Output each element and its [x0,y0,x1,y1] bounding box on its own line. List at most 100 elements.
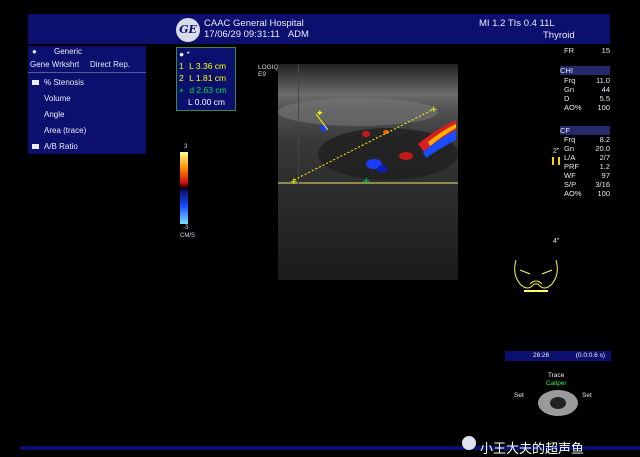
wechat-icon [462,436,476,450]
caliper-label[interactable]: Caliper [546,380,567,387]
cf-header: CF [560,126,610,135]
menu-item-label: Area (trace) [44,126,87,135]
folder-icon [32,80,39,85]
measurement-panel: ● * 1 L 3.36 cm 2 L 1.81 cm + d 2.63 cm … [176,47,236,111]
param-value: 20.0 [595,144,610,153]
color-velocity-bar [180,152,188,224]
caliper-marker: + [179,85,184,95]
param-row: S/P 3/16 [560,180,610,189]
menu-item-label: Angle [44,110,65,119]
param-label: Frq [564,76,576,85]
param-label: AO% [564,189,582,198]
menu-item-label: A/B Ratio [44,142,78,151]
colorbar-top-label: 3 [184,144,188,150]
param-row: L/A 2/7 [560,153,610,162]
worksheet-row: Gene Wrkshrt Direct Rep. [28,59,146,71]
menu-divider [28,72,146,73]
preset-label: Thyroid [543,30,575,41]
direct-report-button[interactable]: Direct Rep. [90,59,130,71]
thyroid-bodymark-icon [514,259,558,292]
datetime-operator: 17/06/29 09:31:11 ADM [204,29,309,40]
menu-item-angle[interactable]: Angle [28,109,146,121]
measure-menu: ● Generic Gene Wrkshrt Direct Rep. % Ste… [28,46,146,154]
caliper-marker-2: + [430,105,438,115]
set-left-label[interactable]: Set [514,392,524,399]
param-row: PRF 1.2 [560,162,610,171]
depth-caliper-marker: + [362,176,370,187]
measurement-row: 2 L 1.81 cm [179,72,233,84]
menu-item-ab-ratio[interactable]: A/B Ratio [28,141,146,153]
measurement-row: L 0.00 cm [179,96,233,108]
trace-label[interactable]: Trace [548,372,564,379]
menu-title-label: Generic [54,47,83,56]
operator: ADM [287,29,309,40]
measurement-row: + d 2.63 cm [179,84,233,96]
trackball-icon[interactable] [538,390,578,416]
menu-item-stenosis[interactable]: % Stenosis [28,77,146,89]
chi-header: CHI [560,66,610,75]
param-row: Gn 44 [560,85,610,94]
param-label: AO% [564,103,582,112]
trace-time: 26:26 [533,352,550,359]
menu-item-volume[interactable]: Volume [28,93,146,105]
measurement-row: 1 L 3.36 cm [179,60,233,72]
param-row: Frq 11.0 [560,76,610,85]
param-row: AO% 100 [560,189,610,198]
param-row: Gn 20.0 [560,144,610,153]
system-label-line: LOGIQ [258,64,279,71]
image-overlay: ✦ + + + [278,64,458,187]
folder-icon [32,144,39,149]
depth-mark-upper: 2" [553,148,560,155]
set-right-label[interactable]: Set [582,392,592,399]
system-label: LOGIQ E9 [258,64,279,78]
param-value: 8.2 [599,135,610,144]
param-label: Gn [564,85,575,94]
param-row: AO% 100 [560,103,610,112]
measurement-value: d 2.63 cm [189,85,227,95]
menu-item-label: % Stenosis [44,78,85,87]
param-value: 44 [601,85,610,94]
measurement-value: L 3.36 cm [189,61,227,71]
param-value: 3/16 [595,180,610,189]
param-row: Frq 8.2 [560,135,610,144]
header-info: CAAC General Hospital 17/06/29 09:31:11 … [204,18,309,40]
hospital-name: CAAC General Hospital [204,18,304,29]
bullet-icon: ● [32,47,37,56]
trace-range: (0.0:0.6 s) [575,352,605,359]
param-label: FR [564,46,574,55]
focus-marker-icon [552,157,560,165]
param-row: WF 97 [560,171,610,180]
colorbar-bottom-label: -3 [183,225,189,231]
param-value: 100 [597,103,610,112]
flow-red-spot [362,131,370,137]
param-value: 100 [597,189,610,198]
param-label: D [564,94,570,103]
ge-logo: GE [176,18,200,42]
mi-tis-readout: MI 1.2 TIs 0.4 11L [479,18,555,29]
menu-item-area[interactable]: Area (trace) [28,125,146,137]
ultrasound-image[interactable]: ✦ + + + [278,64,458,280]
caliper-marker-1: ✦ [316,109,324,119]
menu-item-label: Volume [44,94,71,103]
menu-title[interactable]: ● Generic [28,46,146,58]
flow-red-spot [399,152,413,160]
color-box-edge [298,64,299,184]
flow-blue-spot [377,165,387,173]
param-value: 5.5 [599,94,610,103]
worksheet-button[interactable]: Gene Wrkshrt [30,59,79,71]
param-label: L/A [564,153,576,162]
colorbar-unit: CM/S [180,233,195,239]
param-value: 97 [601,171,610,180]
caliper-marker: 1 [179,61,184,71]
param-label: WF [564,171,576,180]
datetime: 17/06/29 09:31:11 [204,29,280,40]
param-label: Frq [564,135,576,144]
watermark: 小王大夫的超声鱼 [480,441,585,456]
param-row: D 5.5 [560,94,610,103]
param-value: 1.2 [599,162,610,171]
system-label-line: E9 [258,71,266,78]
measurement-value: L 1.81 cm [189,73,227,83]
measurement-header: ● * [179,49,190,59]
trackball-control[interactable]: Trace Caliper Set Set [514,372,604,422]
measurement-value: L 0.00 cm [188,97,226,107]
